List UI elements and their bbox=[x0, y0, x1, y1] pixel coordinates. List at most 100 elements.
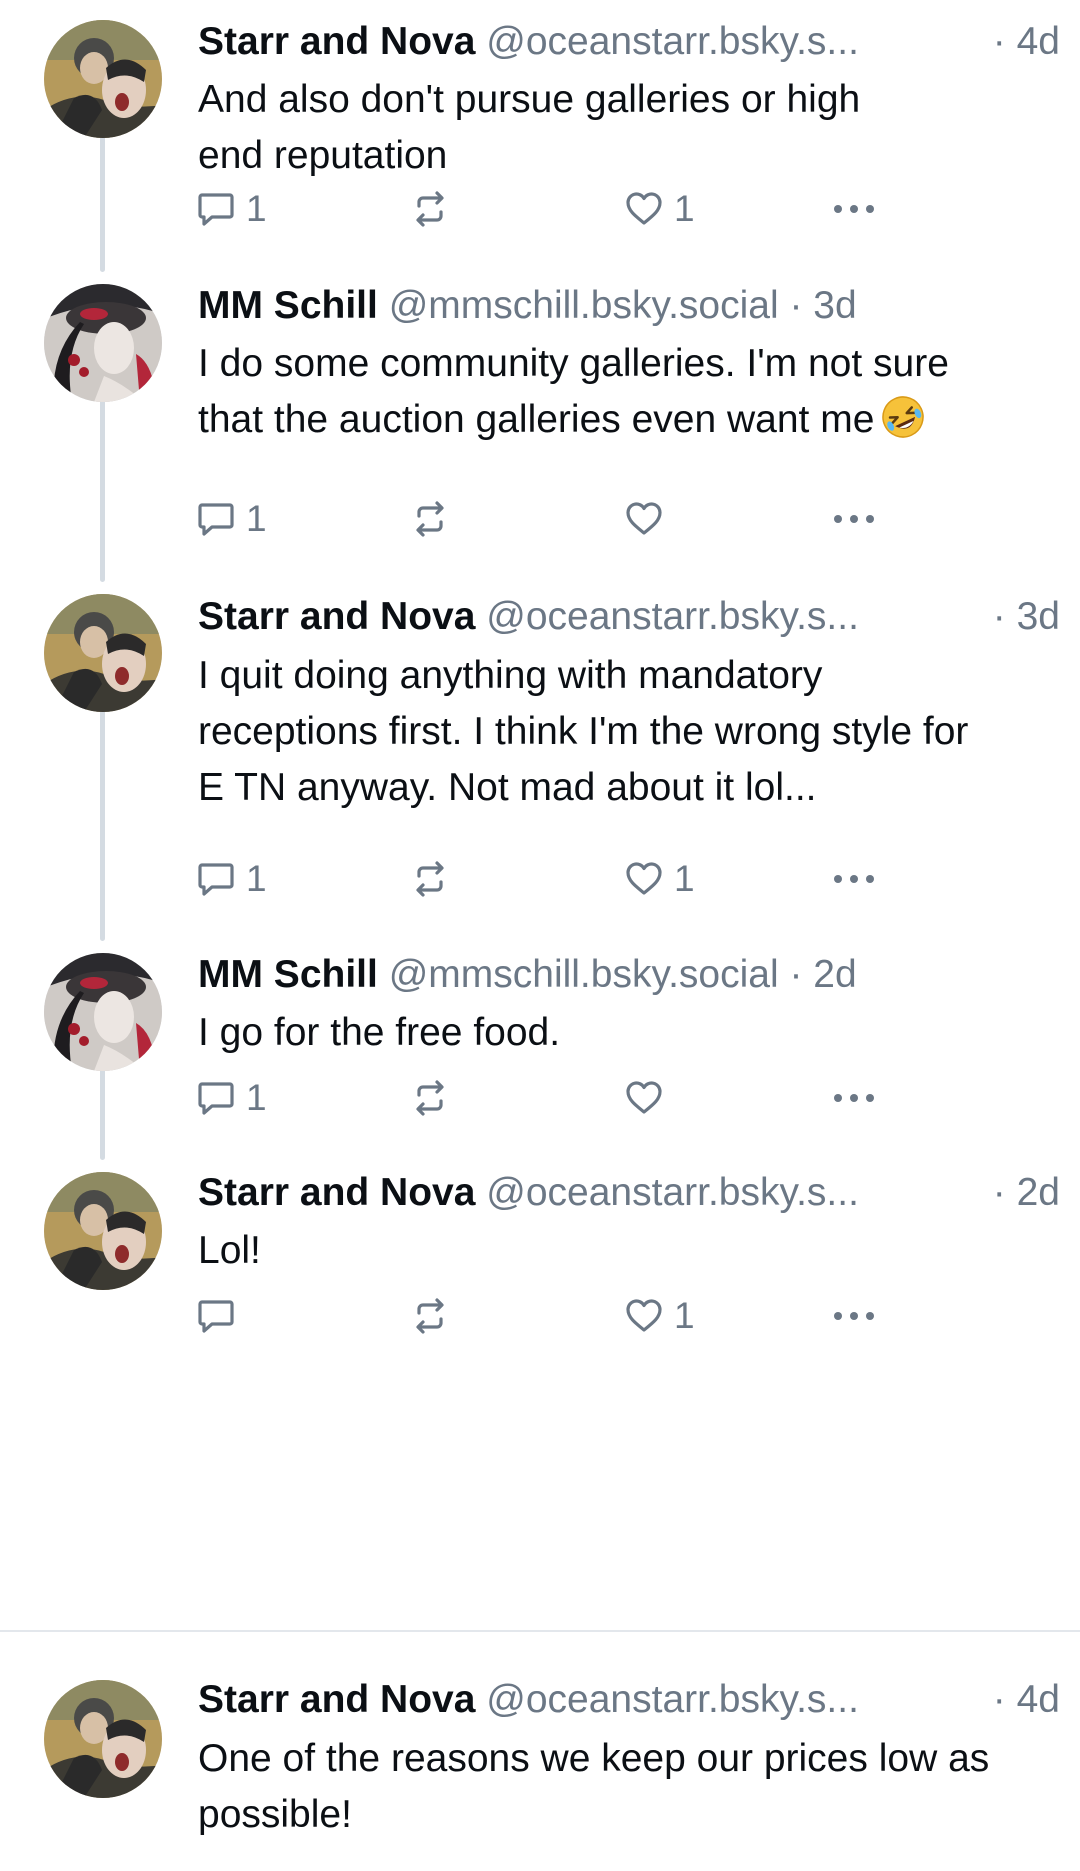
avatar[interactable] bbox=[44, 1172, 162, 1290]
starr-nova-avatar-icon bbox=[44, 1680, 162, 1798]
thread-post[interactable]: Starr and Nova @oceanstarr.bsky.s... · 4… bbox=[0, 0, 1080, 272]
post-time[interactable]: · 4d bbox=[993, 1675, 1060, 1725]
starr-nova-avatar-icon bbox=[44, 20, 162, 138]
starr-nova-avatar-icon bbox=[44, 1172, 162, 1290]
repost-icon bbox=[410, 189, 450, 229]
heart-icon bbox=[624, 859, 664, 899]
reply-button[interactable] bbox=[196, 1291, 246, 1341]
rolling-on-floor-laughing-emoji-icon bbox=[880, 394, 926, 440]
reply-icon bbox=[196, 499, 236, 539]
author-handle[interactable]: @oceanstarr.bsky.s... bbox=[486, 595, 859, 638]
post-header: Starr and Nova @oceanstarr.bsky.s... · 2… bbox=[198, 1168, 1060, 1218]
reply-button[interactable]: 1 bbox=[196, 494, 267, 544]
more-options-button[interactable] bbox=[830, 184, 878, 234]
post-actions: 1 bbox=[196, 1291, 916, 1341]
reply-count: 1 bbox=[246, 858, 267, 899]
avatar[interactable] bbox=[44, 284, 162, 402]
thread-post[interactable]: Starr and Nova @oceanstarr.bsky.s... · 2… bbox=[0, 1160, 1080, 1630]
author-name[interactable]: Starr and Nova bbox=[198, 1171, 475, 1214]
post-text-content: I do some community galleries. I'm not s… bbox=[198, 342, 949, 441]
author-name[interactable]: Starr and Nova bbox=[198, 1678, 475, 1721]
repost-icon bbox=[410, 499, 450, 539]
heart-icon bbox=[624, 1296, 664, 1336]
reply-count: 1 bbox=[246, 498, 267, 539]
like-count: 1 bbox=[674, 1295, 695, 1336]
starr-nova-avatar-icon bbox=[44, 594, 162, 712]
post-actions: 1 1 bbox=[196, 184, 916, 234]
author-handle[interactable]: @mmschill.bsky.social bbox=[389, 284, 779, 327]
more-options-icon bbox=[830, 1308, 878, 1324]
repost-button[interactable] bbox=[410, 1073, 450, 1123]
like-count: 1 bbox=[674, 858, 695, 899]
reply-icon bbox=[196, 1296, 236, 1336]
author-handle[interactable]: @oceanstarr.bsky.s... bbox=[486, 20, 859, 63]
author-name[interactable]: Starr and Nova bbox=[198, 595, 475, 638]
repost-button[interactable] bbox=[410, 854, 450, 904]
reply-icon bbox=[196, 1078, 236, 1118]
more-options-icon bbox=[830, 1090, 878, 1106]
post-text: Lol! bbox=[198, 1229, 261, 1272]
thread-post[interactable]: Starr and Nova @oceanstarr.bsky.s... · 4… bbox=[0, 1632, 1080, 1871]
repost-icon bbox=[410, 859, 450, 899]
repost-button[interactable] bbox=[410, 1291, 450, 1341]
like-button[interactable]: 1 bbox=[624, 854, 695, 904]
post-time[interactable]: · 2d bbox=[789, 953, 856, 996]
post-actions: 1 1 bbox=[196, 854, 916, 904]
reply-button[interactable]: 1 bbox=[196, 854, 267, 904]
more-options-button[interactable] bbox=[830, 1291, 878, 1341]
post-actions: 1 bbox=[196, 494, 916, 544]
like-button[interactable] bbox=[624, 494, 664, 544]
post-time[interactable]: · 4d bbox=[993, 17, 1060, 67]
more-options-icon bbox=[830, 201, 878, 217]
more-options-button[interactable] bbox=[830, 854, 878, 904]
like-button[interactable]: 1 bbox=[624, 1291, 695, 1341]
post-text: One of the reasons we keep our prices lo… bbox=[198, 1737, 990, 1836]
avatar[interactable] bbox=[44, 594, 162, 712]
like-button[interactable]: 1 bbox=[624, 184, 695, 234]
reply-count: 1 bbox=[246, 188, 267, 229]
more-options-button[interactable] bbox=[830, 1073, 878, 1123]
author-handle[interactable]: @mmschill.bsky.social bbox=[389, 953, 779, 996]
thread-post[interactable]: MM Schill @mmschill.bsky.social · 2d I g… bbox=[0, 941, 1080, 1160]
avatar[interactable] bbox=[44, 953, 162, 1071]
post-text: I do some community galleries. I'm not s… bbox=[198, 336, 998, 448]
post-header: Starr and Nova @oceanstarr.bsky.s... · 3… bbox=[198, 592, 1060, 642]
reply-button[interactable]: 1 bbox=[196, 184, 267, 234]
like-count: 1 bbox=[674, 188, 695, 229]
author-name[interactable]: MM Schill bbox=[198, 953, 378, 996]
more-options-button[interactable] bbox=[830, 494, 878, 544]
post-header: Starr and Nova @oceanstarr.bsky.s... · 4… bbox=[198, 1675, 1060, 1725]
post-header: MM Schill @mmschill.bsky.social · 3d bbox=[198, 281, 1060, 331]
post-time[interactable]: · 3d bbox=[789, 284, 856, 327]
author-handle[interactable]: @oceanstarr.bsky.s... bbox=[486, 1678, 859, 1721]
post-text: I go for the free food. bbox=[198, 1011, 561, 1054]
post-time[interactable]: · 3d bbox=[993, 592, 1060, 642]
avatar[interactable] bbox=[44, 1680, 162, 1798]
reply-icon bbox=[196, 859, 236, 899]
more-options-icon bbox=[830, 511, 878, 527]
repost-icon bbox=[410, 1078, 450, 1118]
post-header: MM Schill @mmschill.bsky.social · 2d bbox=[198, 950, 1060, 1000]
thread-post[interactable]: MM Schill @mmschill.bsky.social · 3d I d… bbox=[0, 272, 1080, 582]
heart-icon bbox=[624, 499, 664, 539]
post-header: Starr and Nova @oceanstarr.bsky.s... · 4… bbox=[198, 17, 1060, 67]
thread-post[interactable]: Starr and Nova @oceanstarr.bsky.s... · 3… bbox=[0, 582, 1080, 941]
more-options-icon bbox=[830, 871, 878, 887]
heart-icon bbox=[624, 189, 664, 229]
repost-button[interactable] bbox=[410, 494, 450, 544]
repost-icon bbox=[410, 1296, 450, 1336]
mm-schill-avatar-icon bbox=[44, 953, 162, 1071]
reply-count: 1 bbox=[246, 1077, 267, 1118]
author-name[interactable]: MM Schill bbox=[198, 284, 378, 327]
avatar[interactable] bbox=[44, 20, 162, 138]
reply-icon bbox=[196, 189, 236, 229]
repost-button[interactable] bbox=[410, 184, 450, 234]
post-actions: 1 bbox=[196, 1073, 916, 1123]
reply-button[interactable]: 1 bbox=[196, 1073, 267, 1123]
mm-schill-avatar-icon bbox=[44, 284, 162, 402]
post-time[interactable]: · 2d bbox=[993, 1168, 1060, 1218]
author-name[interactable]: Starr and Nova bbox=[198, 20, 475, 63]
post-text: And also don't pursue galleries or high … bbox=[198, 78, 861, 177]
author-handle[interactable]: @oceanstarr.bsky.s... bbox=[486, 1171, 859, 1214]
like-button[interactable] bbox=[624, 1073, 664, 1123]
